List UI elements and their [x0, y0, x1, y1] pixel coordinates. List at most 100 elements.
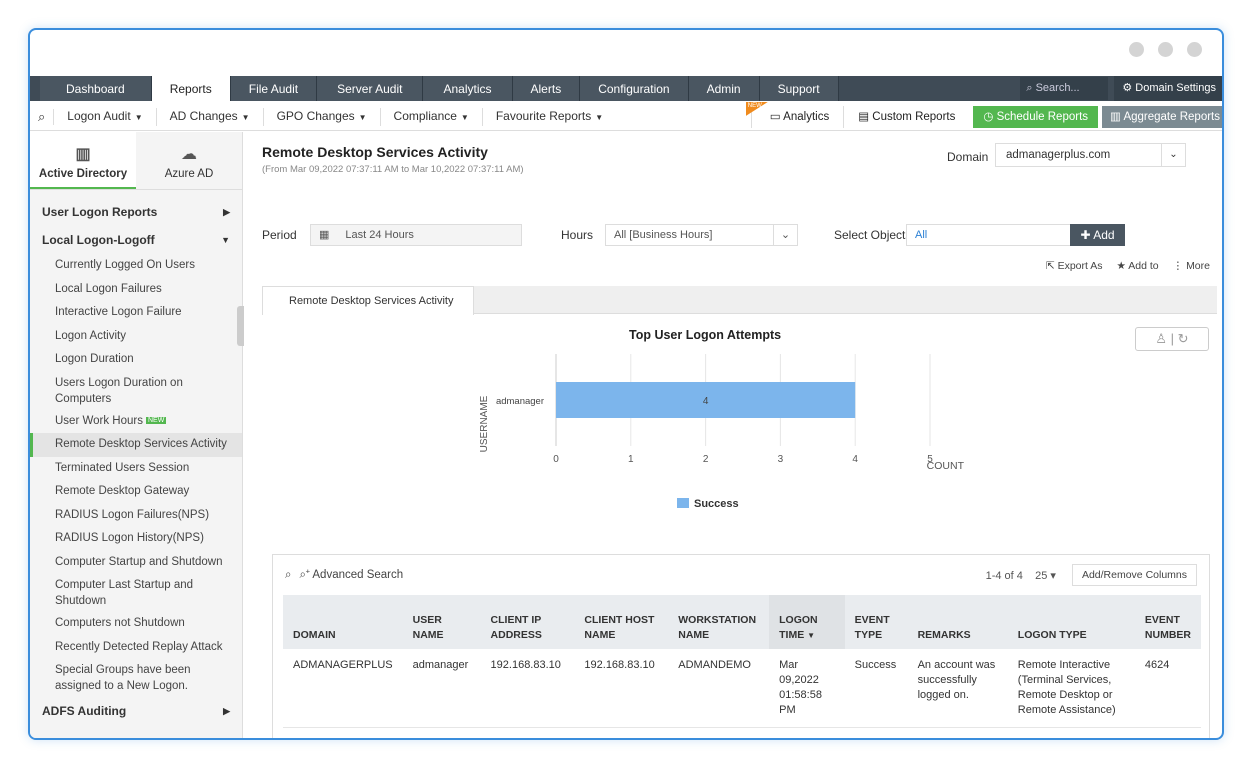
- domain-select[interactable]: admanagerplus.com ⌄: [995, 143, 1186, 167]
- menu-ad-changes[interactable]: AD Changes ▼: [157, 107, 264, 126]
- custom-reports-label: Custom Reports: [872, 111, 956, 123]
- tab-active-directory[interactable]: ▥ Active Directory: [30, 132, 136, 189]
- legend-label[interactable]: Success: [694, 498, 739, 510]
- schedule-reports-button[interactable]: ◷ Schedule Reports: [973, 106, 1099, 128]
- sidebar-collapse-handle[interactable]: [237, 306, 244, 346]
- sub-nav: ⌕ Logon Audit ▼ AD Changes ▼ GPO Changes ▼ …: [30, 102, 1222, 131]
- sidebar-item[interactable]: Interactive Logon Failure: [30, 301, 242, 325]
- window-dot[interactable]: [1187, 42, 1202, 57]
- sidebar-item[interactable]: Terminated Users Session: [30, 457, 242, 481]
- tab-analytics[interactable]: Analytics: [423, 76, 513, 101]
- objects-input[interactable]: All: [906, 224, 1071, 246]
- cloud-icon: ☁: [181, 146, 197, 163]
- menu-favourite-reports[interactable]: Favourite Reports ▼: [483, 108, 616, 126]
- analytics-button[interactable]: NEW ▭ Analytics: [745, 102, 839, 128]
- sidebar-item[interactable]: Local Logon Failures: [30, 278, 242, 302]
- global-search[interactable]: ⌕ Search...: [1020, 77, 1109, 100]
- sidebar-item[interactable]: Users Logon Duration on Computers: [30, 372, 242, 410]
- aggregate-reports-button[interactable]: ▥ Aggregate Reports: [1102, 106, 1222, 128]
- group-adfs-auditing[interactable]: ADFS Auditing ▶: [30, 697, 242, 725]
- col-logon-type[interactable]: LOGON TYPE: [1007, 595, 1135, 649]
- search-icon[interactable]: ⌕: [285, 569, 291, 582]
- y-category-label: admanager: [496, 396, 544, 407]
- sidebar-item[interactable]: RADIUS Logon History(NPS): [30, 527, 242, 551]
- advanced-search-button[interactable]: ⌕⁺ Advanced Search: [299, 569, 403, 582]
- col-remarks[interactable]: REMARKS: [907, 595, 1008, 649]
- group-user-logon-reports[interactable]: User Logon Reports ▶: [30, 198, 242, 226]
- page-size-select[interactable]: 25 ▾: [1035, 570, 1056, 582]
- col-workstation[interactable]: WORKSTATION NAME: [668, 595, 770, 649]
- add-button[interactable]: ✚ Add: [1070, 224, 1125, 246]
- tab-azure-ad[interactable]: ☁ Azure AD: [136, 132, 242, 189]
- tab-dashboard[interactable]: Dashboard: [40, 76, 152, 101]
- group-local-logon-logoff[interactable]: Local Logon-Logoff ▼: [30, 226, 242, 254]
- cell: ADMANDEMO: [668, 649, 770, 728]
- col-user-name[interactable]: USER NAME: [402, 595, 481, 649]
- period-select[interactable]: ▦ Last 24 Hours: [310, 224, 522, 246]
- cell: An account was successfully logged on.: [907, 649, 1008, 728]
- app-window: Dashboard Reports File Audit Server Audi…: [28, 28, 1224, 740]
- col-domain[interactable]: DOMAIN: [283, 595, 403, 649]
- domain-settings-button[interactable]: ⚙ Domain Settings: [1114, 76, 1222, 101]
- add-to-button[interactable]: ★ Add to: [1117, 260, 1159, 272]
- tab-support[interactable]: Support: [759, 76, 839, 101]
- table-row[interactable]: ADMANAGERPLUS admanager 192.168.83.10 19…: [283, 727, 1201, 738]
- cell: 192.168.83.10: [480, 727, 575, 738]
- search-placeholder: Search...: [1035, 82, 1080, 94]
- menu-logon-audit[interactable]: Logon Audit ▼: [54, 107, 157, 126]
- menu-compliance[interactable]: Compliance ▼: [381, 107, 483, 126]
- col-event-type[interactable]: EVENT TYPE: [844, 595, 908, 649]
- chart-options[interactable]: ♙ | ↻: [1135, 327, 1209, 351]
- menu-gpo-changes[interactable]: GPO Changes ▼: [264, 107, 381, 126]
- group-label: Local Logon-Logoff: [42, 233, 155, 247]
- tab-label: Active Directory: [38, 168, 128, 180]
- col-client-host[interactable]: CLIENT HOST NAME: [574, 595, 669, 649]
- menu-label: AD Changes: [169, 108, 238, 123]
- tab-server-audit[interactable]: Server Audit: [317, 76, 424, 101]
- tab-configuration[interactable]: Configuration: [580, 76, 689, 101]
- col-logon-time[interactable]: LOGON TIME ▼: [769, 595, 845, 649]
- table-toolbar: ⌕ ⌕⁺ Advanced Search 1-4 of 4 25 ▾ Add/R…: [273, 555, 1209, 595]
- tab-alerts[interactable]: Alerts: [512, 76, 581, 101]
- search-plus-icon: ⌕⁺: [299, 568, 313, 581]
- report-tabs: Remote Desktop Services Activity: [262, 286, 1217, 315]
- sidebar-item[interactable]: Special Groups have been assigned to a N…: [30, 659, 242, 697]
- sidebar-item-active[interactable]: Remote Desktop Services Activity: [30, 433, 242, 457]
- sidebar-item[interactable]: RADIUS Logon Failures(NPS): [30, 504, 242, 528]
- star-icon: ★: [1116, 260, 1129, 272]
- table-row[interactable]: ADMANAGERPLUS admanager 192.168.83.10 19…: [283, 649, 1201, 728]
- tab-report[interactable]: Remote Desktop Services Activity: [262, 286, 474, 315]
- sidebar-item[interactable]: Computer Startup and Shutdown: [30, 551, 242, 575]
- custom-reports-button[interactable]: ▤ Custom Reports: [843, 106, 969, 128]
- tab-reports[interactable]: Reports: [151, 76, 231, 101]
- sidebar-item[interactable]: Computer Last Startup and Shutdown: [30, 574, 242, 612]
- cell: Success: [844, 727, 908, 738]
- add-remove-columns-button[interactable]: Add/Remove Columns: [1071, 564, 1197, 586]
- menu-label: GPO Changes: [276, 108, 355, 123]
- cell: 192.168.83.10: [574, 727, 669, 738]
- sidebar-item[interactable]: Logon Activity: [30, 325, 242, 349]
- col-event-number[interactable]: EVENT NUMBER: [1134, 595, 1201, 649]
- caret-down-icon: ▼: [241, 112, 250, 122]
- monitor-icon: ▭: [769, 111, 784, 123]
- x-tick-label: 2: [703, 454, 709, 465]
- window-dot[interactable]: [1158, 42, 1173, 57]
- sort-desc-icon: ▼: [807, 631, 816, 640]
- y-axis-label: USERNAME: [479, 395, 490, 452]
- more-button[interactable]: ⋮ More: [1173, 260, 1210, 272]
- col-client-ip[interactable]: CLIENT IP ADDRESS: [480, 595, 575, 649]
- hours-select[interactable]: All [Business Hours] ⌄: [605, 224, 798, 246]
- sidebar-item[interactable]: Recently Detected Replay Attack: [30, 636, 242, 660]
- sidebar-item[interactable]: Logon Duration: [30, 348, 242, 372]
- tab-admin[interactable]: Admin: [688, 76, 760, 101]
- tab-file-audit[interactable]: File Audit: [230, 76, 318, 101]
- sidebar-item[interactable]: Computers not Shutdown: [30, 612, 242, 636]
- sidebar-item[interactable]: Remote Desktop Gateway: [30, 480, 242, 504]
- sidebar-item[interactable]: Currently Logged On Users: [30, 254, 242, 278]
- search-icon[interactable]: ⌕: [30, 108, 55, 125]
- window-dot[interactable]: [1129, 42, 1144, 57]
- chart-refresh-icon[interactable]: ↻: [1178, 331, 1189, 346]
- export-button[interactable]: ⇱ Export As: [1046, 260, 1103, 272]
- sidebar-item-user-work-hours[interactable]: User Work Hours NEW: [30, 410, 242, 434]
- chart-user-icon[interactable]: ♙: [1155, 331, 1167, 346]
